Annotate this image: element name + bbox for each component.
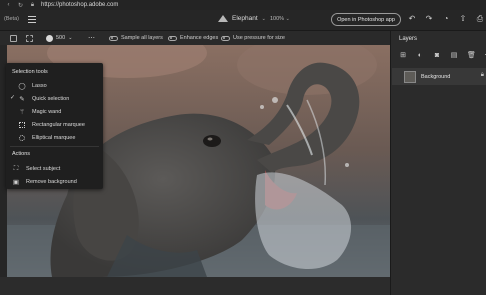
reload-icon[interactable]: ↻ — [17, 2, 24, 9]
undo-icon[interactable]: ↶ — [408, 14, 416, 23]
remove-background-button[interactable]: ▣ Remove background — [12, 177, 77, 186]
delete-icon[interactable]: 🗑︎ — [467, 52, 476, 60]
document-name: Elephant — [232, 15, 258, 22]
layers-panel: Layers ⊞ ◐ ◙ ▤ 🗑︎ ⋯ Background 🔒︎ — [390, 31, 486, 295]
chevron-down-icon: ⌄ — [68, 35, 73, 41]
back-arrow-icon[interactable]: ‹ — [5, 2, 12, 9]
sample-all-layers-toggle[interactable]: Sample all layers — [109, 33, 163, 43]
chevron-down-icon: ⌄ — [285, 16, 290, 22]
browser-bar: ‹ ↻ 🔒︎ https://photoshop.adobe.com — [0, 0, 486, 10]
layer-thumbnail — [404, 70, 416, 83]
share-icon[interactable]: ⇧ — [459, 14, 467, 23]
tool-magic-wand[interactable]: ⚚ Magic wand — [18, 107, 61, 116]
tool-rectangular-marquee[interactable]: Rectangular marquee — [18, 120, 85, 129]
menu-icon[interactable] — [28, 16, 36, 23]
selection-tools-popup: Selection tools ◯ Lasso ✓ ✎ Quick select… — [6, 63, 103, 189]
beta-label: (Beta) — [4, 16, 19, 22]
select-subject-button[interactable]: ⛶ Select subject — [12, 164, 61, 173]
mask-icon[interactable]: ◙ — [433, 52, 441, 60]
layers-panel-title: Layers — [399, 36, 418, 42]
enhance-edges-label: Enhance edges — [180, 35, 219, 41]
document-title[interactable]: Elephant ⌄ — [218, 15, 266, 22]
lasso-icon: ◯ — [18, 82, 26, 90]
layer-item[interactable]: Background 🔒︎ — [392, 68, 486, 85]
open-in-app-button[interactable]: Open in Photoshop app — [331, 13, 401, 26]
ellipse-marquee-icon — [18, 134, 26, 142]
adjustment-icon[interactable]: ◐ — [416, 52, 424, 60]
action-label: Select subject — [26, 165, 61, 172]
enhance-edges-toggle[interactable]: Enhance edges — [168, 33, 218, 43]
canvas-footer — [0, 277, 390, 295]
magic-wand-icon: ⚚ — [19, 108, 25, 116]
action-label: Remove background — [26, 178, 77, 185]
zoom-level[interactable]: 100% ⌄ — [270, 16, 290, 22]
selection-mode-add-icon[interactable] — [10, 34, 17, 42]
tool-label: Lasso — [32, 82, 47, 89]
rect-marquee-icon — [18, 121, 26, 129]
selection-mode-subtract-icon[interactable] — [26, 34, 33, 42]
lock-icon: 🔒︎ — [30, 1, 35, 8]
toggle-switch — [109, 35, 118, 41]
checkmark-icon: ✓ — [10, 95, 16, 101]
tool-label: Rectangular marquee — [32, 121, 85, 128]
remove-background-icon: ▣ — [12, 178, 20, 186]
tool-label: Magic wand — [32, 108, 62, 115]
chevron-down-icon: ⌄ — [261, 15, 266, 22]
use-pressure-label: Use pressure for size — [233, 35, 285, 41]
tool-elliptical-marquee[interactable]: Elliptical marquee — [18, 133, 75, 142]
toggle-switch — [221, 35, 230, 41]
divider — [10, 146, 99, 147]
app-header: (Beta) Elephant ⌄ 100% ⌄ Open in Photosh… — [0, 10, 486, 31]
more-options-icon[interactable]: ⋯ — [88, 34, 95, 42]
tool-options-bar: 500 ⌄ ⋯ Sample all layers Enhance edges … — [0, 31, 390, 45]
export-icon[interactable]: ⎙ — [476, 14, 484, 23]
use-pressure-toggle[interactable]: Use pressure for size — [221, 33, 285, 43]
layers-toolbar: ⊞ ◐ ◙ ▤ 🗑︎ ⋯ — [399, 52, 486, 60]
header-actions: ↶ ↷ ◔ ⇧ ⎙ — [408, 14, 484, 23]
select-subject-icon: ⛶ — [13, 164, 19, 172]
brush-tip-icon — [46, 34, 53, 42]
group-icon[interactable]: ▤ — [450, 52, 458, 60]
tool-quick-selection[interactable]: ✎ Quick selection — [18, 94, 69, 103]
photoshop-web-app: ‹ ↻ 🔒︎ https://photoshop.adobe.com (Beta… — [0, 0, 486, 295]
sample-all-layers-label: Sample all layers — [121, 35, 163, 41]
redo-icon[interactable]: ↷ — [425, 14, 433, 23]
brush-size-value: 500 — [56, 35, 66, 41]
tool-lasso[interactable]: ◯ Lasso — [18, 81, 47, 90]
cloud-doc-icon — [218, 15, 228, 22]
tool-label: Quick selection — [32, 95, 70, 102]
tool-label: Elliptical marquee — [32, 134, 76, 141]
selection-tools-title: Selection tools — [12, 69, 48, 75]
address-bar[interactable]: https://photoshop.adobe.com — [41, 2, 118, 8]
layer-name: Background — [421, 73, 451, 80]
add-layer-icon[interactable]: ⊞ — [399, 52, 407, 60]
actions-title: Actions — [12, 151, 31, 157]
brush-size-control[interactable]: 500 ⌄ — [46, 33, 72, 43]
lock-icon: 🔒︎ — [480, 72, 484, 78]
toggle-switch — [168, 35, 177, 41]
account-icon[interactable]: ◔ — [442, 14, 450, 23]
quick-selection-icon: ✎ — [19, 95, 25, 103]
